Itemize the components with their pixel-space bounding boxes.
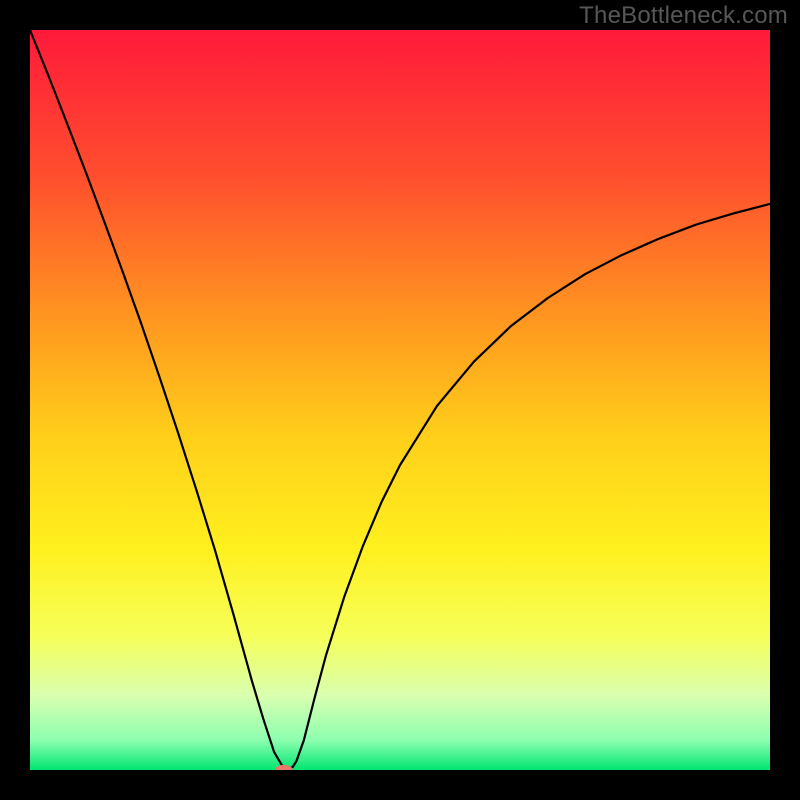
chart-frame: TheBottleneck.com (0, 0, 800, 800)
chart-svg (30, 30, 770, 770)
watermark-text: TheBottleneck.com (579, 2, 788, 30)
plot-area (30, 30, 770, 770)
gradient-background (30, 30, 770, 770)
